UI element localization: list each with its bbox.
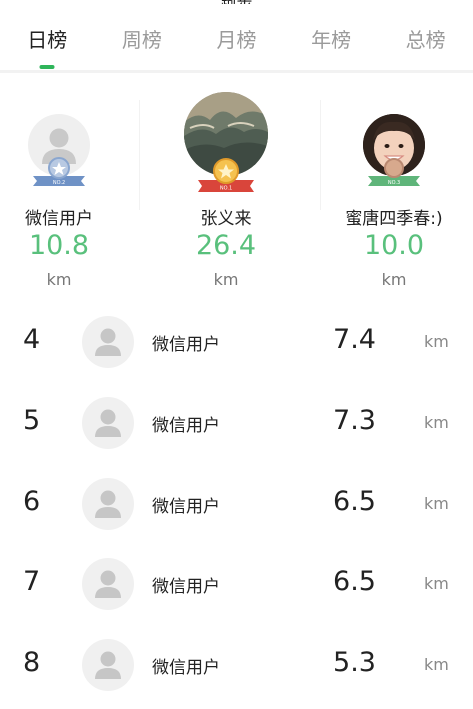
list-item[interactable]: 8 微信用户 5.3 km bbox=[0, 625, 473, 706]
tab-label: 周榜 bbox=[121, 28, 162, 52]
list-item[interactable]: 7 微信用户 6.5 km bbox=[0, 544, 473, 625]
medal-bronze-icon: NO.3 bbox=[366, 158, 422, 186]
tab-label: 总榜 bbox=[405, 28, 446, 52]
medal-badge: NO.3 bbox=[388, 180, 400, 186]
default-user-icon bbox=[82, 639, 134, 692]
medal-badge: NO.1 bbox=[220, 186, 232, 192]
medal-silver-icon: NO.2 bbox=[31, 156, 87, 186]
podium-unit: km bbox=[381, 270, 407, 289]
podium-name: 张义来 bbox=[200, 209, 252, 229]
distance-value: 7.3 bbox=[333, 404, 376, 436]
default-user-icon bbox=[82, 316, 134, 368]
tab-label: 年榜 bbox=[311, 28, 352, 52]
tab-total[interactable]: 总榜 bbox=[378, 24, 473, 68]
podium: NO.2 微信用户 10.8 km NO.1 张义来 26.4 km NO.3 … bbox=[0, 86, 473, 296]
distance-value: 5.3 bbox=[333, 647, 376, 679]
tab-daily[interactable]: 日榜 bbox=[0, 24, 95, 69]
rank-number: 8 bbox=[23, 647, 41, 679]
active-tab-indicator bbox=[39, 65, 55, 69]
podium-value: 10.8 bbox=[28, 230, 90, 261]
page-title: 跑步 bbox=[0, 0, 473, 4]
podium-value: 26.4 bbox=[195, 230, 257, 261]
distance-unit: km bbox=[424, 655, 449, 675]
list-item[interactable]: 5 微信用户 7.3 km bbox=[0, 383, 473, 464]
distance-unit: km bbox=[424, 493, 449, 513]
ranking-list: 4 微信用户 7.4 km 5 微信用户 7.3 km 6 微信用户 6.5 k… bbox=[0, 302, 473, 706]
user-name: 微信用户 bbox=[152, 658, 220, 679]
default-user-icon bbox=[82, 396, 134, 449]
podium-second[interactable]: NO.2 微信用户 10.8 km bbox=[0, 86, 134, 296]
podium-unit: km bbox=[46, 270, 72, 289]
medal-gold-icon: NO.1 bbox=[196, 158, 256, 192]
distance-value: 7.4 bbox=[333, 324, 376, 355]
user-name: 微信用户 bbox=[152, 577, 220, 598]
tab-label: 月榜 bbox=[216, 28, 257, 52]
list-item[interactable]: 6 微信用户 6.5 km bbox=[0, 464, 473, 545]
podium-third[interactable]: NO.3 蜜唐四季春:) 10.0 km bbox=[319, 86, 469, 296]
user-name: 微信用户 bbox=[152, 335, 220, 355]
avatar: NO.2 bbox=[28, 114, 90, 186]
podium-unit: km bbox=[213, 270, 239, 289]
distance-value: 6.5 bbox=[333, 566, 376, 598]
distance-value: 6.5 bbox=[333, 485, 376, 517]
medal-badge: NO.2 bbox=[53, 180, 65, 186]
rank-number: 4 bbox=[23, 324, 41, 355]
podium-name: 蜜唐四季春:) bbox=[345, 209, 443, 229]
user-name: 微信用户 bbox=[152, 496, 220, 517]
distance-unit: km bbox=[424, 574, 449, 594]
rank-number: 5 bbox=[23, 404, 41, 436]
avatar: NO.3 bbox=[363, 114, 425, 186]
distance-unit: km bbox=[424, 412, 449, 432]
period-tabs: 日榜 周榜 月榜 年榜 总榜 bbox=[0, 24, 473, 69]
list-item[interactable]: 4 微信用户 7.4 km bbox=[0, 302, 473, 383]
tab-weekly[interactable]: 周榜 bbox=[95, 24, 190, 68]
podium-value: 10.0 bbox=[363, 230, 425, 261]
tab-yearly[interactable]: 年榜 bbox=[284, 24, 379, 68]
default-user-icon bbox=[82, 558, 134, 611]
tab-monthly[interactable]: 月榜 bbox=[189, 24, 284, 68]
podium-separator bbox=[139, 100, 140, 210]
user-name: 微信用户 bbox=[152, 415, 220, 436]
tab-label: 日榜 bbox=[27, 28, 68, 52]
default-user-icon bbox=[82, 477, 134, 530]
distance-unit: km bbox=[424, 332, 449, 351]
avatar: NO.1 bbox=[184, 92, 268, 192]
podium-first[interactable]: NO.1 张义来 26.4 km bbox=[151, 86, 301, 296]
rank-number: 6 bbox=[23, 485, 41, 517]
rank-number: 7 bbox=[23, 566, 41, 598]
tabs-divider bbox=[0, 70, 473, 73]
podium-name: 微信用户 bbox=[25, 209, 93, 229]
